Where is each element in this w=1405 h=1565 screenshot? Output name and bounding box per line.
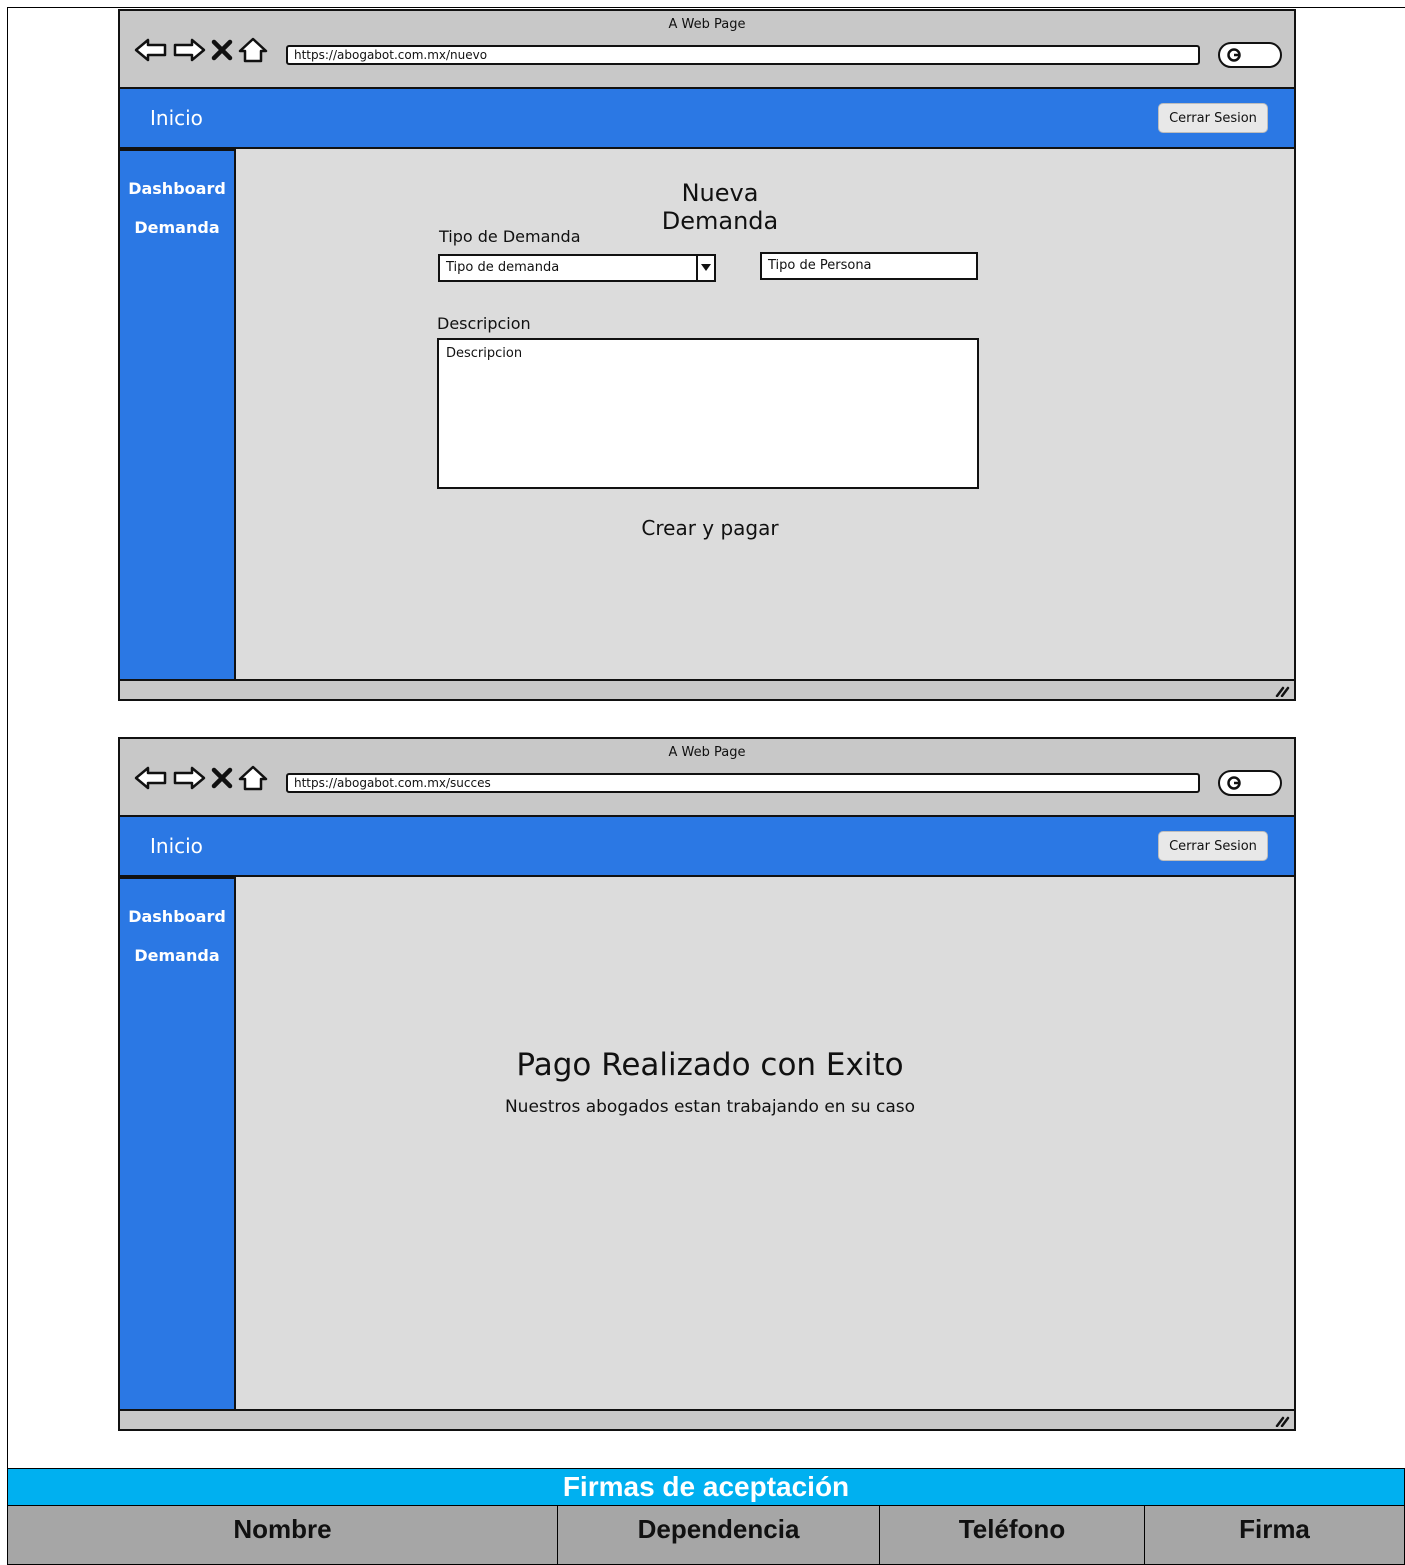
logout-button[interactable]: Cerrar Sesion <box>1158 831 1268 861</box>
resize-grip-icon[interactable] <box>1274 1415 1290 1427</box>
descripcion-textarea[interactable]: Descripcion <box>437 338 979 489</box>
app-header: Inicio Cerrar Sesion <box>118 815 1296 877</box>
sidebar: Dashboard Demanda <box>118 149 236 683</box>
search-icon <box>1227 776 1241 790</box>
nav-controls <box>134 35 268 65</box>
inicio-link[interactable]: Inicio <box>150 834 203 858</box>
forward-arrow-icon[interactable] <box>172 37 206 63</box>
sidebar-item-dashboard[interactable]: Dashboard <box>120 907 234 926</box>
browser-search-button[interactable] <box>1218 770 1282 796</box>
home-icon[interactable] <box>238 765 268 791</box>
status-bar <box>120 1409 1294 1429</box>
status-bar <box>120 679 1294 699</box>
tipo-demanda-select[interactable]: Tipo de demanda <box>438 254 716 282</box>
signature-table-banner: Firmas de aceptación <box>7 1468 1405 1506</box>
nav-controls <box>134 763 268 793</box>
tipo-persona-field[interactable]: Tipo de Persona <box>760 252 978 280</box>
page-title: Nueva Demanda <box>661 179 779 235</box>
back-arrow-icon[interactable] <box>134 765 168 791</box>
dropdown-arrow[interactable] <box>696 256 714 280</box>
app-header: Inicio Cerrar Sesion <box>118 87 1296 149</box>
sidebar-item-demanda[interactable]: Demanda <box>120 218 234 237</box>
sidebar-item-dashboard[interactable]: Dashboard <box>120 179 234 198</box>
browser-window-pago-exitoso: A Web Page https://abogabot.com.mx/succe… <box>118 737 1296 1431</box>
inicio-link[interactable]: Inicio <box>150 106 203 130</box>
sidebar: Dashboard Demanda <box>118 877 236 1413</box>
home-icon[interactable] <box>238 37 268 63</box>
tipo-demanda-value: Tipo de demanda <box>446 260 560 275</box>
forward-arrow-icon[interactable] <box>172 765 206 791</box>
chevron-down-icon <box>701 264 711 271</box>
signature-table-title: Firmas de aceptación <box>7 1468 1405 1506</box>
success-title: Pago Realizado con Exito <box>516 1047 904 1083</box>
browser-window-nueva-demanda: A Web Page https://abogabot.com.mx/nuevo… <box>118 9 1296 701</box>
browser-search-button[interactable] <box>1218 42 1282 68</box>
search-icon <box>1227 48 1241 62</box>
close-icon[interactable] <box>210 37 234 63</box>
tipo-demanda-label: Tipo de Demanda <box>439 227 581 246</box>
success-subtitle: Nuestros abogados estan trabajando en su… <box>504 1097 916 1117</box>
signature-table: Firmas de aceptación Nombre Dependencia … <box>7 1468 1405 1565</box>
resize-grip-icon[interactable] <box>1274 685 1290 697</box>
window-title: A Web Page <box>668 17 746 32</box>
url-bar[interactable]: https://abogabot.com.mx/succes <box>286 773 1200 793</box>
browser-chrome: A Web Page https://abogabot.com.mx/nuevo <box>120 11 1294 87</box>
back-arrow-icon[interactable] <box>134 37 168 63</box>
close-icon[interactable] <box>210 765 234 791</box>
logout-button[interactable]: Cerrar Sesion <box>1158 103 1268 133</box>
url-bar[interactable]: https://abogabot.com.mx/nuevo <box>286 45 1200 65</box>
sidebar-item-demanda[interactable]: Demanda <box>120 946 234 965</box>
window-title: A Web Page <box>668 745 746 760</box>
descripcion-label: Descripcion <box>437 314 531 333</box>
crear-y-pagar-button[interactable]: Crear y pagar <box>600 516 820 540</box>
browser-chrome: A Web Page https://abogabot.com.mx/succe… <box>120 739 1294 815</box>
